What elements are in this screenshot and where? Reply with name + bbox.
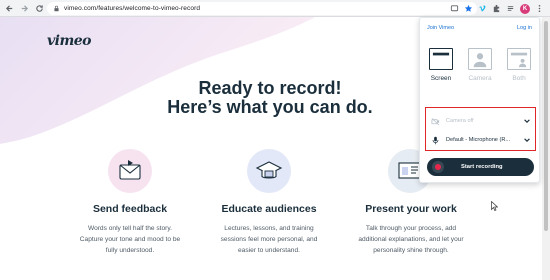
reload-button[interactable]: [34, 3, 45, 14]
arrow-right-icon: [21, 4, 29, 12]
browser-menu-button[interactable]: [535, 4, 544, 13]
hero-line-1: Ready to record!: [198, 78, 342, 98]
feature-send-feedback: Send feedback Words only tell half the s…: [55, 149, 205, 256]
feature-educate-audiences: Educate audiences Lectures, lessons, and…: [194, 149, 344, 256]
address-bar[interactable]: vimeo.com/features/welcome-to-vimeo-reco…: [47, 2, 477, 15]
microphone-select[interactable]: Default - Microphone (R...: [430, 133, 531, 147]
reading-list-button[interactable]: [506, 4, 515, 13]
cast-icon: [450, 5, 459, 12]
reload-icon: [36, 4, 43, 12]
page-title: Ready to record! Here’s what you can do.: [130, 79, 410, 117]
lock-icon: [54, 5, 59, 12]
feature-title: Send feedback: [92, 203, 168, 215]
feature-desc-line: additional explanations, and let your: [358, 236, 464, 243]
bookmark-star-button[interactable]: [464, 4, 473, 13]
microphone-select-value: Default - Microphone (R...: [446, 137, 511, 143]
log-in-link[interactable]: Log in: [517, 25, 532, 31]
microphone-icon: [430, 135, 440, 145]
feature-desc-line: Words only tell half the story.: [87, 225, 173, 232]
kebab-menu-icon: [538, 4, 541, 13]
arrow-left-icon: [5, 4, 13, 12]
chevron-down-icon: [524, 119, 530, 123]
page-scrollbar[interactable]: [542, 17, 550, 280]
feature-desc-line: easier to understand.: [238, 247, 300, 254]
star-icon: [464, 4, 473, 12]
capture-mode-selector: Screen Camera Both: [426, 48, 534, 82]
cast-button[interactable]: [450, 4, 459, 13]
record-dot-icon: [432, 161, 444, 173]
extensions-area: K: [450, 1, 550, 16]
vimeo-extension-button[interactable]: [478, 4, 487, 13]
vimeo-logo[interactable]: vimeo: [47, 33, 92, 49]
start-recording-label: Start recording: [461, 164, 503, 170]
feature-title: Present your work: [365, 203, 457, 215]
feature-desc-line: sessions feel more personal, and: [220, 236, 318, 243]
mouse-cursor-icon: [491, 201, 498, 211]
browser-toolbar: vimeo.com/features/welcome-to-vimeo-reco…: [0, 0, 550, 17]
feature-desc-line: personality shine through.: [373, 247, 449, 254]
record-dot: [435, 164, 441, 170]
graduation-cap-icon: [247, 149, 291, 193]
camera-select[interactable]: Camera off: [430, 114, 531, 128]
extensions-puzzle-button[interactable]: [492, 4, 501, 13]
feature-title: Educate audiences: [221, 203, 317, 215]
mode-label: Screen: [430, 75, 452, 82]
camera-off-icon: [430, 116, 440, 126]
feature-desc-line: Capture your tone and mood to be: [79, 236, 181, 243]
url-text: vimeo.com/features/welcome-to-vimeo-reco…: [64, 5, 201, 12]
feature-description: Words only tell half the story. Capture …: [55, 223, 205, 256]
popup-header: Join Vimeo Log in: [420, 18, 539, 38]
hero-line-2: Here’s what you can do.: [167, 97, 373, 117]
mode-screen[interactable]: Screen: [426, 48, 456, 82]
screen-and-camera-icon: [507, 48, 531, 70]
mode-label: Both: [512, 75, 526, 82]
feature-description: Talk through your process, add additiona…: [336, 223, 486, 256]
back-button[interactable]: [4, 3, 15, 14]
list-icon: [507, 6, 514, 11]
start-recording-button[interactable]: Start recording: [427, 158, 534, 176]
puzzle-icon: [493, 4, 500, 13]
camera-person-icon: [468, 48, 492, 70]
mode-both[interactable]: Both: [504, 48, 534, 82]
profile-avatar[interactable]: K: [520, 3, 530, 14]
feature-desc-line: Lectures, lessons, and training: [224, 225, 314, 232]
join-vimeo-link[interactable]: Join Vimeo: [427, 25, 454, 31]
feature-description: Lectures, lessons, and training sessions…: [194, 223, 344, 256]
feature-desc-line: Talk through your process, add: [365, 225, 457, 232]
vimeo-record-popup: Join Vimeo Log in Screen Camera Both Cam…: [419, 17, 540, 183]
mode-camera[interactable]: Camera: [465, 48, 495, 82]
feature-desc-line: fully understood.: [105, 247, 155, 254]
vimeo-v-icon: [479, 5, 486, 12]
forward-button[interactable]: [19, 3, 30, 14]
mode-label: Camera: [468, 75, 492, 82]
camera-select-value: Camera off: [446, 118, 474, 124]
screen-icon: [429, 48, 453, 70]
device-selectors-highlight: Camera off Default - Microphone (R...: [425, 107, 536, 151]
chevron-down-icon: [524, 138, 530, 142]
scrollbar-thumb[interactable]: [544, 21, 548, 231]
envelope-play-icon: [108, 149, 152, 193]
